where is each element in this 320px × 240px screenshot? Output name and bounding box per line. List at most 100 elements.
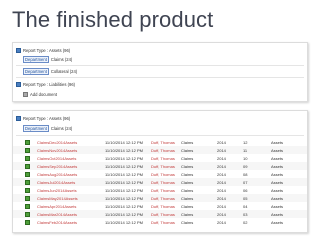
cell-category: Claims xyxy=(181,179,194,185)
group-header-label: Report Type : Liabilities (96) xyxy=(23,81,76,87)
department-subgroup-claims[interactable]: Department Claims (24) xyxy=(23,56,72,63)
cell-year: 2014 xyxy=(217,163,226,169)
table-row[interactable]: ClaimsSep2014Assets 11/10/2014 12:12 PM Du… xyxy=(13,162,307,170)
cell-year: 2014 xyxy=(217,171,226,177)
collapse-icon[interactable] xyxy=(16,115,21,121)
cell-owner[interactable]: Duff, Thomas xyxy=(151,212,175,217)
table-row[interactable]: ClaimsApr2014Assets 11/10/2014 12:12 PM Du… xyxy=(13,202,307,210)
cell-category: Claims xyxy=(181,139,194,145)
cell-month: 08 xyxy=(243,171,248,177)
group-header-label: Report Type : Assets (96) xyxy=(23,47,71,53)
cell-year: 2014 xyxy=(217,219,226,225)
table-row[interactable]: ClaimsJul2014Assets 11/10/2014 12:12 PM Du… xyxy=(13,178,307,186)
cell-type: Assets xyxy=(271,163,284,169)
cell-category: Claims xyxy=(181,195,194,201)
cell-name[interactable]: ClaimsOct2014Assets xyxy=(37,156,76,161)
cell-owner[interactable]: Duff, Thomas xyxy=(151,180,175,185)
cell-type: Assets xyxy=(271,211,284,217)
cell-name[interactable]: ClaimsApr2014Assets xyxy=(37,204,76,209)
cell-category: Claims xyxy=(181,155,194,161)
cell-year: 2014 xyxy=(217,195,226,201)
group-header-liabilities[interactable]: Report Type : Liabilities (96) xyxy=(16,80,75,88)
table-row[interactable]: ClaimsFeb2014Assets 11/10/2014 12:12 PM Du… xyxy=(13,218,307,226)
cell-date: 11/10/2014 12:12 PM xyxy=(105,211,143,217)
cell-category: Claims xyxy=(181,171,194,177)
cell-name[interactable]: ClaimsJun2014Assets xyxy=(37,188,77,193)
cell-type: Assets xyxy=(271,203,284,209)
cell-category: Claims xyxy=(181,219,194,225)
cell-month: 11 xyxy=(243,147,248,153)
cell-month: 03 xyxy=(243,211,248,217)
cell-owner[interactable]: Duff, Thomas xyxy=(151,196,175,201)
divider xyxy=(16,135,304,136)
cell-year: 2014 xyxy=(217,155,226,161)
view-panel-collapsed: Report Type : Assets (96) Department Cla… xyxy=(12,42,308,102)
group-header-assets[interactable]: Report Type : Assets (96) xyxy=(16,46,70,54)
cell-type: Assets xyxy=(271,139,284,145)
cell-name[interactable]: ClaimsDec2014Assets xyxy=(37,140,77,145)
document-list: ClaimsDec2014Assets 11/10/2014 12:12 PM Du… xyxy=(13,138,307,226)
cell-year: 2014 xyxy=(217,139,226,145)
cell-year: 2014 xyxy=(217,187,226,193)
add-document-label: Add document xyxy=(30,92,58,97)
cell-owner[interactable]: Duff, Thomas xyxy=(151,148,175,153)
table-row[interactable]: ClaimsMay2014Assets 11/10/2014 12:12 PM Du… xyxy=(13,194,307,202)
cell-month: 04 xyxy=(243,203,248,209)
cell-date: 11/10/2014 12:12 PM xyxy=(105,147,143,153)
document-icon[interactable] xyxy=(25,195,30,201)
table-row[interactable]: ClaimsNov2014Assets 11/10/2014 12:12 PM Du… xyxy=(13,146,307,154)
cell-type: Assets xyxy=(271,147,284,153)
cell-date: 11/10/2014 12:12 PM xyxy=(105,163,143,169)
department-subgroup-claims[interactable]: Department Claims (24) xyxy=(23,125,72,132)
department-subgroup-collateral[interactable]: Department Collateral (24) xyxy=(23,68,77,75)
subgroup-label: Claims (24) xyxy=(50,57,73,62)
document-icon[interactable] xyxy=(25,219,30,225)
document-icon[interactable] xyxy=(25,163,30,169)
cell-year: 2014 xyxy=(217,211,226,217)
cell-owner[interactable]: Duff, Thomas xyxy=(151,204,175,209)
document-icon[interactable] xyxy=(25,187,30,193)
group-header-assets[interactable]: Report Type : Assets (96) xyxy=(16,114,70,122)
table-row[interactable]: ClaimsJun2014Assets 11/10/2014 12:12 PM Du… xyxy=(13,186,307,194)
document-icon[interactable] xyxy=(25,139,30,145)
document-icon[interactable] xyxy=(25,211,30,217)
cell-name[interactable]: ClaimsNov2014Assets xyxy=(37,148,77,153)
divider xyxy=(16,65,304,66)
table-row[interactable]: ClaimsOct2014Assets 11/10/2014 12:12 PM Du… xyxy=(13,154,307,162)
document-icon[interactable] xyxy=(25,171,30,177)
cell-date: 11/10/2014 12:12 PM xyxy=(105,187,143,193)
cell-name[interactable]: ClaimsSep2014Assets xyxy=(37,164,77,169)
cell-owner[interactable]: Duff, Thomas xyxy=(151,140,175,145)
document-icon[interactable] xyxy=(25,179,30,185)
cell-month: 09 xyxy=(243,163,248,169)
document-icon[interactable] xyxy=(25,147,30,153)
document-icon[interactable] xyxy=(25,203,30,209)
cell-owner[interactable]: Duff, Thomas xyxy=(151,188,175,193)
cell-category: Claims xyxy=(181,163,194,169)
document-icon[interactable] xyxy=(25,155,30,161)
cell-owner[interactable]: Duff, Thomas xyxy=(151,156,175,161)
cell-owner[interactable]: Duff, Thomas xyxy=(151,220,175,225)
cell-name[interactable]: ClaimsFeb2014Assets xyxy=(37,220,77,225)
cell-year: 2014 xyxy=(217,179,226,185)
cell-owner[interactable]: Duff, Thomas xyxy=(151,164,175,169)
collapse-icon[interactable] xyxy=(16,47,21,53)
cell-type: Assets xyxy=(271,187,284,193)
table-row[interactable]: ClaimsMar2014Assets 11/10/2014 12:12 PM Du… xyxy=(13,210,307,218)
cell-year: 2014 xyxy=(217,203,226,209)
cell-name[interactable]: ClaimsMay2014Assets xyxy=(37,196,78,201)
cell-name[interactable]: ClaimsJul2014Assets xyxy=(37,180,75,185)
table-row[interactable]: ClaimsDec2014Assets 11/10/2014 12:12 PM Du… xyxy=(13,138,307,146)
department-tag: Department xyxy=(23,56,49,63)
cell-month: 12 xyxy=(243,139,248,145)
cell-category: Claims xyxy=(181,187,194,193)
cell-category: Claims xyxy=(181,203,194,209)
collapse-icon[interactable] xyxy=(16,81,21,87)
cell-name[interactable]: ClaimsAug2014Assets xyxy=(37,172,77,177)
cell-owner[interactable]: Duff, Thomas xyxy=(151,172,175,177)
table-row[interactable]: ClaimsAug2014Assets 11/10/2014 12:12 PM Du… xyxy=(13,170,307,178)
cell-date: 11/10/2014 12:12 PM xyxy=(105,155,143,161)
add-document-icon xyxy=(23,92,28,97)
add-document-row[interactable]: Add document xyxy=(23,91,57,98)
cell-name[interactable]: ClaimsMar2014Assets xyxy=(37,212,77,217)
